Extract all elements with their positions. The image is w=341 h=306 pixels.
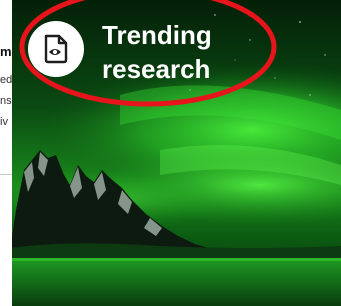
card-title: Trending research [102,18,212,86]
article-divider [0,174,12,175]
trending-research-card[interactable]: Trending research [10,0,341,306]
article-heading-fragment: m [0,44,12,59]
article-text-fragment: ed [0,74,12,86]
document-eye-badge [28,21,84,77]
card-title-line-1: Trending [102,20,212,50]
article-text-fragment: iv [0,116,8,128]
background-article-panel: m ed ns iv [0,0,12,306]
document-eye-icon [44,34,68,64]
article-text-fragment: ns [0,95,12,107]
card-title-line-2: research [102,54,211,84]
